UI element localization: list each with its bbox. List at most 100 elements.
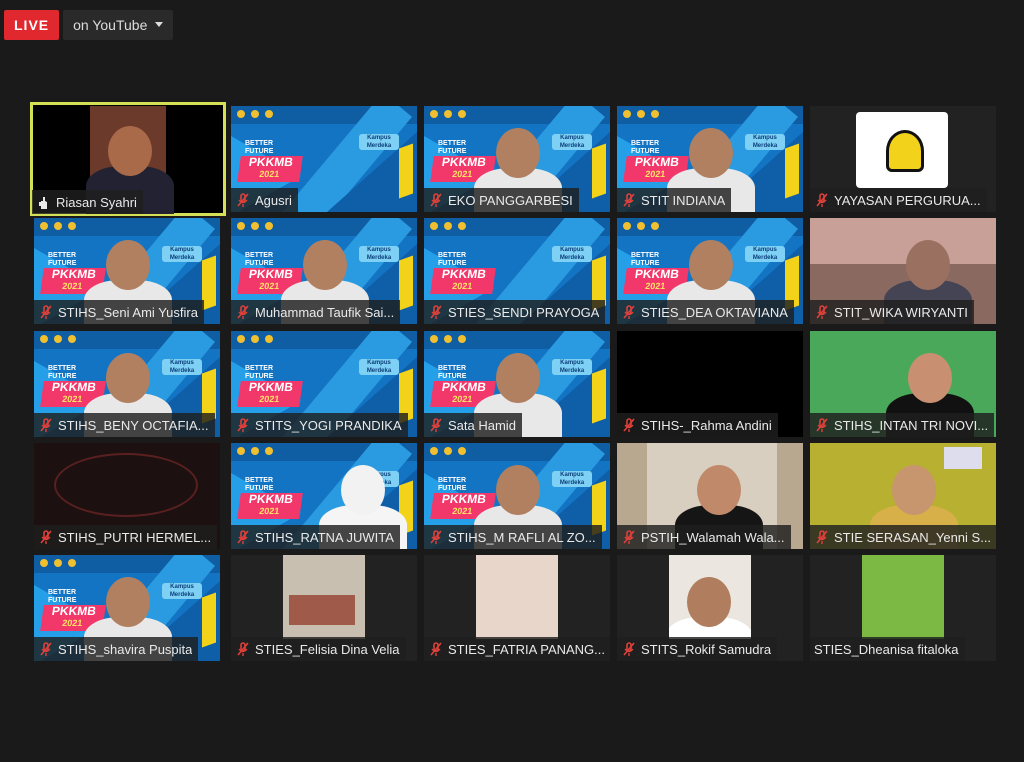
participant-name-tag: PSTIH_Walamah Wala... <box>617 525 791 549</box>
top-bar: LIVE on YouTube <box>4 10 174 40</box>
participant-name: STIT_WIKA WIRYANTI <box>834 304 968 320</box>
microphone-muted-icon <box>430 305 442 319</box>
microphone-muted-icon <box>430 418 442 432</box>
participant-name: Sata Hamid <box>448 417 516 433</box>
participant-name-tag: STIHS_BENY OCTAFIA... <box>34 413 215 437</box>
participant-head <box>496 128 540 178</box>
participant-name-tag: STIES_Felisia Dina Velia <box>231 637 406 661</box>
participant-tile[interactable]: STIHS_PUTRI HERMEL... <box>34 443 220 549</box>
participant-tile[interactable]: BETTERFUTUREPKKMB2021KampusMerdekaSTIHS_… <box>34 555 220 661</box>
participant-tile[interactable]: YAYASAN PERGURUA... <box>810 106 996 212</box>
participant-name-tag: STITS_Rokif Samudra <box>617 637 778 661</box>
participant-name-tag: Riasan Syahri <box>32 190 143 214</box>
microphone-muted-icon <box>623 418 635 432</box>
participant-name: Agusri <box>255 192 292 208</box>
participant-head <box>106 353 150 403</box>
participant-tile[interactable]: STIT_WIKA WIRYANTI <box>810 218 996 324</box>
participant-tile[interactable]: BETTERFUTUREPKKMB2021KampusMerdekaSTIHS_… <box>34 331 220 437</box>
participant-head <box>496 353 540 403</box>
participant-name-tag: STIES_Dheanisa fitaloka <box>810 637 965 661</box>
participant-tile[interactable]: BETTERFUTUREPKKMB2021KampusMerdekaSTIHS_… <box>231 443 417 549</box>
participant-name-tag: STIES_SENDI PRAYOGA <box>424 300 606 324</box>
participant-name: STIHS_shavira Puspita <box>58 641 193 657</box>
microphone-muted-icon <box>623 530 635 544</box>
participant-tile[interactable]: STIE SERASAN_Yenni S... <box>810 443 996 549</box>
participant-name: Riasan Syahri <box>56 194 137 210</box>
microphone-muted-icon <box>40 418 52 432</box>
participant-name-tag: STIE SERASAN_Yenni S... <box>810 525 996 549</box>
participant-tile[interactable]: STIES_Felisia Dina Velia <box>231 555 417 661</box>
participant-name: STIHS_RATNA JUWITA <box>255 529 394 545</box>
participant-name: STITS_Rokif Samudra <box>641 641 772 657</box>
participant-tile[interactable]: STIES_Dheanisa fitaloka <box>810 555 996 661</box>
microphone-muted-icon <box>40 642 52 656</box>
participant-name: STIHS_INTAN TRI NOVI... <box>834 417 989 433</box>
participant-head <box>892 465 936 515</box>
participant-tile[interactable]: BETTER FUTURE PKKMB 2021 Kampus Merdeka Agusri <box>231 106 417 212</box>
participant-name: STIE SERASAN_Yenni S... <box>834 529 992 545</box>
participant-name-tag: YAYASAN PERGURUA... <box>810 188 987 212</box>
microphone-muted-icon <box>237 530 249 544</box>
participant-tile[interactable]: STITS_Rokif Samudra <box>617 555 803 661</box>
participant-name-tag: STIES_DEA OKTAVIANA <box>617 300 794 324</box>
microphone-muted-icon <box>816 193 828 207</box>
participant-head <box>108 126 152 176</box>
microphone-muted-icon <box>623 193 635 207</box>
raised-hand-icon <box>39 197 47 209</box>
live-stream-target-dropdown[interactable]: on YouTube <box>63 10 174 40</box>
participant-tile[interactable]: BETTER FUTURE PKKMB 2021 Kampus Merdeka STIES_… <box>424 218 610 324</box>
participant-head <box>697 465 741 515</box>
participant-name-tag: Sata Hamid <box>424 413 522 437</box>
participant-head <box>106 577 150 627</box>
microphone-muted-icon <box>816 418 828 432</box>
institution-logo <box>856 112 948 188</box>
participant-head <box>689 240 733 290</box>
participant-tile[interactable]: STIHS-_Rahma Andini <box>617 331 803 437</box>
microphone-muted-icon <box>237 193 249 207</box>
participant-name: EKO PANGGARBESI <box>448 192 573 208</box>
microphone-muted-icon <box>430 193 442 207</box>
participant-name: STIHS_BENY OCTAFIA... <box>58 417 209 433</box>
participant-tile[interactable]: STIHS_INTAN TRI NOVI... <box>810 331 996 437</box>
participant-name: STIHS-_Rahma Andini <box>641 417 772 433</box>
microphone-muted-icon <box>623 305 635 319</box>
participant-tile[interactable]: BETTER FUTURE PKKMB 2021 Kampus Merdeka Sata H… <box>424 331 610 437</box>
participant-head <box>689 128 733 178</box>
microphone-muted-icon <box>237 642 249 656</box>
participant-head <box>906 240 950 290</box>
stream-target-label: on YouTube <box>73 17 148 33</box>
participant-name-tag: STIT_WIKA WIRYANTI <box>810 300 974 324</box>
participant-name-tag: STIHS_INTAN TRI NOVI... <box>810 413 995 437</box>
microphone-muted-icon <box>623 642 635 656</box>
participant-name-tag: EKO PANGGARBESI <box>424 188 579 212</box>
microphone-muted-icon <box>816 305 828 319</box>
participant-name: Muhammad Taufik Sai... <box>255 304 395 320</box>
participant-tile[interactable]: BETTER FUTURE PKKMB 2021 Kampus Merdeka EKO PA… <box>424 106 610 212</box>
participant-tile[interactable]: BETTER FUTURE PKKMB 2021 Kampus Merdeka STIES_… <box>617 218 803 324</box>
participant-name: PSTIH_Walamah Wala... <box>641 529 785 545</box>
microphone-muted-icon <box>430 642 442 656</box>
live-badge[interactable]: LIVE <box>4 10 60 40</box>
participant-tile[interactable]: BETTER FUTURE PKKMB 2021 Kampus Merdeka Muhamm… <box>231 218 417 324</box>
participant-name-tag: STIHS_PUTRI HERMEL... <box>34 525 218 549</box>
participant-name: STIES_Dheanisa fitaloka <box>814 641 959 657</box>
participant-tile[interactable]: PSTIH_Walamah Wala... <box>617 443 803 549</box>
microphone-muted-icon <box>237 418 249 432</box>
participant-name-tag: STIHS_Seni Ami Yusfira <box>34 300 204 324</box>
participant-name: STIHS_Seni Ami Yusfira <box>58 304 198 320</box>
participant-name: STIES_Felisia Dina Velia <box>255 641 400 657</box>
participant-name: STIT INDIANA <box>641 192 726 208</box>
participant-name-tag: Agusri <box>231 188 298 212</box>
microphone-muted-icon <box>40 530 52 544</box>
participant-tile[interactable]: BETTERFUTUREPKKMB2021KampusMerdekaSTIHS_… <box>34 218 220 324</box>
participant-tile[interactable]: BETTER FUTURE PKKMB 2021 Kampus Merdeka STIT I… <box>617 106 803 212</box>
participant-tile[interactable]: BETTER FUTURE PKKMB 2021 Kampus Merdeka STITS_… <box>231 331 417 437</box>
participant-name-tag: Muhammad Taufik Sai... <box>231 300 401 324</box>
microphone-muted-icon <box>816 530 828 544</box>
microphone-muted-icon <box>40 305 52 319</box>
participant-name: STIES_SENDI PRAYOGA <box>448 304 600 320</box>
participant-tile[interactable]: BETTERFUTUREPKKMB2021KampusMerdekaSTIHS_… <box>424 443 610 549</box>
participant-head <box>341 465 385 515</box>
participant-tile[interactable]: Riasan Syahri <box>30 102 226 216</box>
participant-tile[interactable]: STIES_FATRIA PANANG... <box>424 555 610 661</box>
